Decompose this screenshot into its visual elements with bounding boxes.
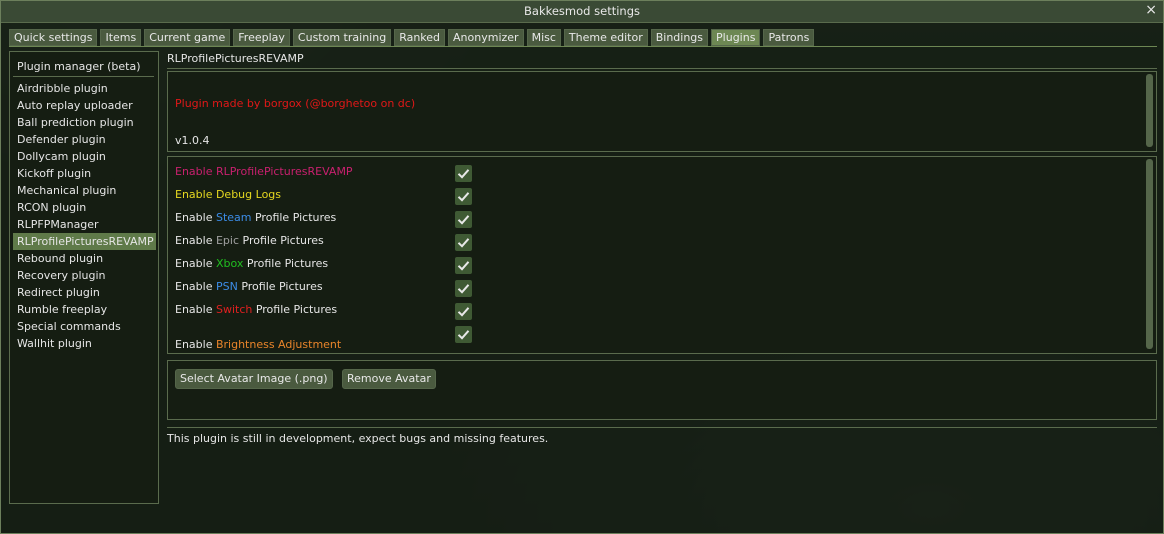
window-title: Bakkesmod settings [524,4,640,18]
divider [167,68,1157,69]
sidebar-item-wallhit-plugin[interactable]: Wallhit plugin [13,335,156,352]
divider [167,427,1157,428]
option-label-part: Enable [175,257,216,270]
tab-items[interactable]: Items [100,29,142,46]
tab-anonymizer[interactable]: Anonymizer [448,29,524,46]
tab-patrons[interactable]: Patrons [763,29,815,46]
option-label-part: Xbox [215,257,244,270]
tab-misc[interactable]: Misc [526,29,561,46]
option-label-part: Profile Pictures [251,211,337,224]
sidebar-item-redirect-plugin[interactable]: Redirect plugin [13,284,156,301]
option-checkbox[interactable] [455,211,472,228]
scrollbar[interactable] [1146,74,1153,147]
sidebar-item-rlprofilepicturesrevamp[interactable]: RLProfilePicturesREVAMP [13,233,156,250]
option-label-part: Profile Pictures [243,257,329,270]
tab-current-game[interactable]: Current game [144,29,231,46]
option-label: Enable Epic Profile Pictures [175,233,324,249]
sidebar-item-rumble-freeplay[interactable]: Rumble freeplay [13,301,156,318]
option-label-part: Enable [175,211,216,224]
option-label-part: Epic [215,234,240,247]
check-icon [457,238,470,248]
option-checkbox[interactable] [455,303,472,320]
option-label-part: PSN [215,280,238,293]
plugin-title: RLProfilePicturesREVAMP [167,52,304,65]
tab-underline [9,46,1157,47]
tab-plugins[interactable]: Plugins [711,29,761,46]
option-label-part: Enable Debug Logs [175,188,282,201]
option-label: Enable Debug Logs [175,187,281,203]
option-checkbox[interactable] [455,257,472,274]
sidebar-item-special-commands[interactable]: Special commands [13,318,156,335]
scrollbar[interactable] [1146,159,1153,349]
option-label: Enable Brightness Adjustment [175,337,341,353]
sidebar-item-ball-prediction-plugin[interactable]: Ball prediction plugin [13,114,156,131]
option-checkbox[interactable] [455,234,472,251]
info-box: Plugin made by borgox (@borghetoo on dc)… [167,71,1157,152]
tab-custom-training[interactable]: Custom training [292,29,392,46]
version-text: v1.0.4 [175,134,210,147]
sidebar-item-rcon-plugin[interactable]: RCON plugin [13,199,156,216]
option-label: Enable Xbox Profile Pictures [175,256,328,272]
close-icon[interactable]: × [1145,2,1157,18]
check-icon [457,261,470,271]
sidebar-item-rebound-plugin[interactable]: Rebound plugin [13,250,156,267]
plugin-settings-panel: RLProfilePicturesREVAMP Plugin made by b… [167,51,1157,531]
option-label-part: Steam [215,211,252,224]
tab-quick-settings[interactable]: Quick settings [9,29,98,46]
sidebar-item-dollycam-plugin[interactable]: Dollycam plugin [13,148,156,165]
avatar-box: Select Avatar Image (.png) Remove Avatar [167,360,1157,420]
select-avatar-button[interactable]: Select Avatar Image (.png) [175,369,333,389]
sidebar-item-kickoff-plugin[interactable]: Kickoff plugin [13,165,156,182]
option-label: Enable PSN Profile Pictures [175,279,323,295]
option-label-part: Brightness Adjustment [215,338,342,351]
sidebar-item-airdribble-plugin[interactable]: Airdribble plugin [13,80,156,97]
divider [13,76,154,77]
option-label-part: Enable [175,338,216,351]
sidebar-item-mechanical-plugin[interactable]: Mechanical plugin [13,182,156,199]
option-label-part: Enable [175,303,216,316]
options-box: Enable RLProfilePicturesREVAMP Enable Deb… [167,156,1157,354]
author-text: Plugin made by borgox (@borghetoo on dc) [175,97,416,110]
option-label-part: Profile Pictures [239,234,324,247]
option-label-part: Profile Pictures [237,280,323,293]
remove-avatar-button[interactable]: Remove Avatar [342,369,436,389]
check-icon [457,169,470,179]
option-label: Enable RLProfilePicturesREVAMP [175,164,353,180]
tab-freeplay[interactable]: Freeplay [233,29,290,46]
check-icon [457,284,470,294]
option-label-part: Profile Pictures [252,303,338,316]
option-label-part: Enable [175,280,216,293]
development-note: This plugin is still in development, exp… [167,432,549,445]
option-checkbox[interactable] [455,165,472,182]
title-bar[interactable]: Bakkesmod settings × [1,1,1163,23]
check-icon [457,307,470,317]
tab-ranked[interactable]: Ranked [394,29,446,46]
option-label-part: Switch [215,303,253,316]
plugin-list: Airdribble plugin Auto replay uploader Bal… [13,80,156,352]
check-icon [457,192,470,202]
sidebar-item-defender-plugin[interactable]: Defender plugin [13,131,156,148]
option-checkbox[interactable] [455,280,472,297]
check-icon [457,330,470,340]
plugin-sidebar: Plugin manager (beta) Airdribble plugin A… [9,51,159,504]
option-label-part: Enable RLProfilePicturesREVAMP [175,165,353,178]
settings-window: Bakkesmod settings × Quick settings Items… [0,0,1164,534]
sidebar-header[interactable]: Plugin manager (beta) [17,60,141,73]
check-icon [457,215,470,225]
sidebar-item-rlpfpmanager[interactable]: RLPFPManager [13,216,156,233]
sidebar-item-auto-replay-uploader[interactable]: Auto replay uploader [13,97,156,114]
option-label: Enable Steam Profile Pictures [175,210,336,226]
tab-bar: Quick settings Items Current game Freeplay C… [9,29,817,46]
option-label-part: Enable [175,234,216,247]
option-checkbox[interactable] [455,326,472,343]
sidebar-item-recovery-plugin[interactable]: Recovery plugin [13,267,156,284]
option-checkbox[interactable] [455,188,472,205]
tab-bindings[interactable]: Bindings [650,29,709,46]
tab-theme-editor[interactable]: Theme editor [563,29,648,46]
option-label: Enable Switch Profile Pictures [175,302,337,318]
